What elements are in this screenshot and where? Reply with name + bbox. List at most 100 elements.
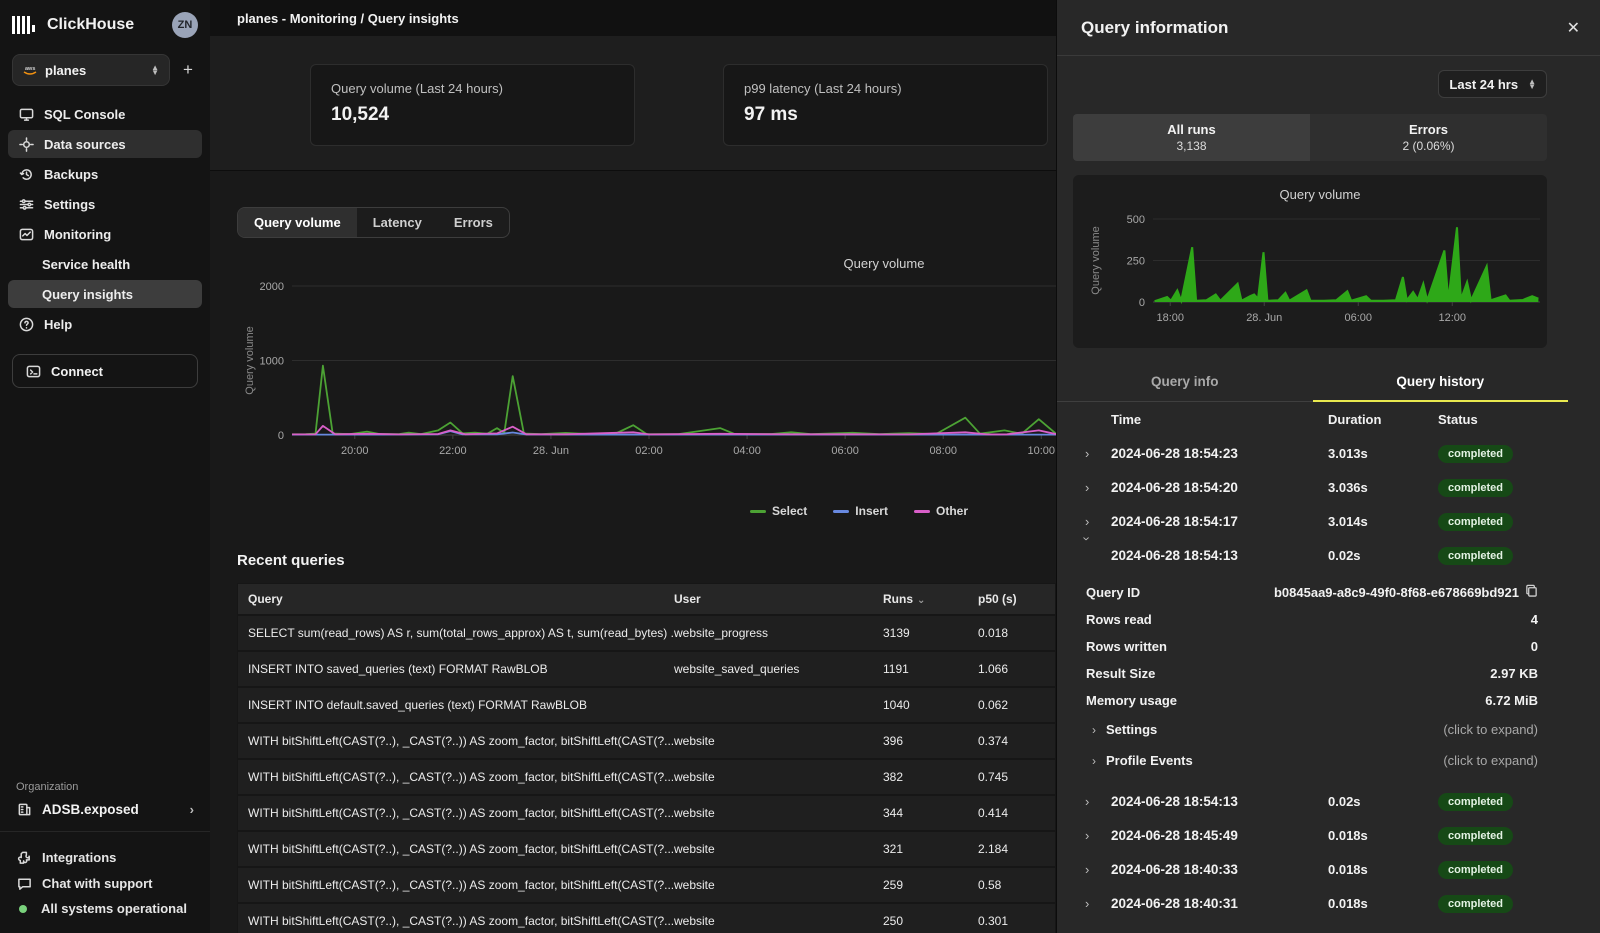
system-status[interactable]: All systems operational xyxy=(0,896,210,921)
svg-text:22:00: 22:00 xyxy=(439,445,467,457)
connect-button[interactable]: Connect xyxy=(12,354,198,388)
errors-toggle[interactable]: Errors 2 (0.06%) xyxy=(1310,114,1547,161)
table-row[interactable]: WITH bitShiftLeft(CAST(?..), _CAST(?..))… xyxy=(238,902,1055,933)
chart-legend: Select Insert Other xyxy=(237,504,1056,518)
chevron-right-icon: › xyxy=(1086,754,1106,768)
svg-text:28. Jun: 28. Jun xyxy=(1246,312,1282,324)
table-row[interactable]: WITH bitShiftLeft(CAST(?..), _CAST(?..))… xyxy=(238,758,1055,794)
close-icon[interactable]: ✕ xyxy=(1567,18,1580,38)
table-header: Query User Runs⌄ p50 (s) xyxy=(238,584,1055,614)
history-header: Time Duration Status xyxy=(1057,402,1568,436)
memory-usage-row: Memory usage6.72 MiB xyxy=(1086,687,1538,714)
svg-text:02:00: 02:00 xyxy=(635,445,663,457)
history-row[interactable]: › 2024-06-28 18:54:17 3.014s completed xyxy=(1057,504,1568,538)
query-volume-value: 10,524 xyxy=(331,104,614,126)
table-row[interactable]: INSERT INTO default.saved_queries (text)… xyxy=(238,686,1055,722)
history-icon xyxy=(18,166,34,182)
sidebar-item-data-sources[interactable]: Data sources xyxy=(8,130,202,158)
status-badge: completed xyxy=(1438,861,1513,879)
sliders-icon xyxy=(18,196,34,212)
history-row-expanded[interactable]: › 2024-06-28 18:54:13 0.02s completed xyxy=(1057,538,1568,572)
status-badge: completed xyxy=(1438,793,1513,811)
query-id-value: b0845aa9-a8c9-49f0-8f68-e678669bd921 xyxy=(1274,585,1519,600)
query-volume-chart: 01000200020:0022:0028. Jun02:0004:0006:0… xyxy=(237,252,1056,502)
tab-latency[interactable]: Latency xyxy=(357,208,438,237)
svg-text:0: 0 xyxy=(1139,297,1145,309)
chart-tabs: Query volume Latency Errors xyxy=(237,207,510,238)
svg-text:12:00: 12:00 xyxy=(1438,312,1466,324)
history-row[interactable]: › 2024-06-28 18:40:31 0.018s completed xyxy=(1057,886,1568,920)
all-runs-toggle[interactable]: All runs 3,138 xyxy=(1073,114,1310,161)
user-avatar[interactable]: ZN xyxy=(172,12,198,38)
breadcrumb: planes - Monitoring / Query insights xyxy=(210,0,1056,36)
table-row[interactable]: WITH bitShiftLeft(CAST(?..), _CAST(?..))… xyxy=(238,794,1055,830)
data-sources-icon xyxy=(18,136,34,152)
tab-errors[interactable]: Errors xyxy=(438,208,509,237)
rows-read-row: Rows read4 xyxy=(1086,606,1538,633)
sidebar-item-service-health[interactable]: Service health xyxy=(8,250,202,278)
settings-expandable[interactable]: › Settings (click to expand) xyxy=(1086,714,1538,745)
chevron-right-icon[interactable]: › xyxy=(1073,446,1111,461)
chevron-right-icon[interactable]: › xyxy=(1073,794,1111,809)
history-row[interactable]: › 2024-06-28 18:54:13 0.02s completed xyxy=(1057,784,1568,818)
legend-select[interactable]: Select xyxy=(750,504,807,518)
service-selector[interactable]: aws planes ▲▼ xyxy=(12,54,170,86)
svg-text:04:00: 04:00 xyxy=(733,445,761,457)
chevron-right-icon[interactable]: › xyxy=(1073,862,1111,877)
legend-other[interactable]: Other xyxy=(914,504,968,518)
sidebar-item-settings[interactable]: Settings xyxy=(8,190,202,218)
table-row[interactable]: INSERT INTO saved_queries (text) FORMAT … xyxy=(238,650,1055,686)
chart-icon xyxy=(18,226,34,242)
chevron-right-icon[interactable]: › xyxy=(1073,896,1111,911)
sidebar-item-integrations[interactable]: Integrations xyxy=(0,844,210,870)
panel-tabs: Query info Query history xyxy=(1057,364,1568,402)
svg-text:Query volume: Query volume xyxy=(244,326,256,394)
chevron-down-icon[interactable]: › xyxy=(1080,536,1105,574)
svg-text:10:00: 10:00 xyxy=(1028,445,1056,457)
tab-query-volume[interactable]: Query volume xyxy=(238,208,357,237)
chevron-right-icon[interactable]: › xyxy=(1073,480,1111,495)
brand-title: ClickHouse xyxy=(47,16,164,34)
history-row[interactable]: › 2024-06-28 18:54:23 3.013s completed xyxy=(1057,436,1568,470)
profile-events-expandable[interactable]: › Profile Events (click to expand) xyxy=(1086,745,1538,776)
chevron-right-icon: › xyxy=(1086,723,1106,737)
panel-title: Query information xyxy=(1081,18,1228,38)
other-swatch-icon xyxy=(914,510,930,513)
sidebar-item-monitoring[interactable]: Monitoring xyxy=(8,220,202,248)
history-row[interactable]: › 2024-06-28 18:45:49 0.018s completed xyxy=(1057,818,1568,852)
table-row[interactable]: WITH bitShiftLeft(CAST(?..), _CAST(?..))… xyxy=(238,830,1055,866)
table-row[interactable]: WITH bitShiftLeft(CAST(?..), _CAST(?..))… xyxy=(238,722,1055,758)
sidebar-item-query-insights[interactable]: Query insights xyxy=(8,280,202,308)
table-row[interactable]: WITH bitShiftLeft(CAST(?..), _CAST(?..))… xyxy=(238,866,1055,902)
svg-text:28. Jun: 28. Jun xyxy=(533,445,569,457)
history-row[interactable]: › 2024-06-28 18:54:20 3.036s completed xyxy=(1057,470,1568,504)
help-icon xyxy=(18,316,34,332)
monitor-icon xyxy=(18,106,34,122)
tab-query-history[interactable]: Query history xyxy=(1313,364,1569,402)
sidebar-item-chat-support[interactable]: Chat with support xyxy=(0,870,210,896)
rows-written-row: Rows written0 xyxy=(1086,633,1538,660)
tab-query-info[interactable]: Query info xyxy=(1057,364,1313,402)
status-badge: completed xyxy=(1438,479,1513,497)
chevron-right-icon[interactable]: › xyxy=(1073,514,1111,529)
organization-selector[interactable]: ADSB.exposed › xyxy=(0,801,210,831)
query-information-panel: Query information ✕ Last 24 hrs ▲▼ All r… xyxy=(1056,0,1600,933)
status-badge: completed xyxy=(1438,513,1513,531)
copy-icon[interactable] xyxy=(1525,584,1538,600)
table-row[interactable]: SELECT sum(read_rows) AS r, sum(total_ro… xyxy=(238,614,1055,650)
svg-text:500: 500 xyxy=(1127,214,1145,226)
sidebar-item-help[interactable]: Help xyxy=(8,310,202,338)
svg-text:20:00: 20:00 xyxy=(341,445,369,457)
sidebar-item-sql-console[interactable]: SQL Console xyxy=(8,100,202,128)
sidebar-item-backups[interactable]: Backups xyxy=(8,160,202,188)
runs-sort-header[interactable]: Runs⌄ xyxy=(883,592,978,606)
main-content: planes - Monitoring / Query insights Que… xyxy=(210,0,1056,933)
history-row[interactable]: › 2024-06-28 18:40:33 0.018s completed xyxy=(1057,852,1568,886)
chevron-updown-icon: ▲▼ xyxy=(151,65,159,75)
chevron-updown-icon: ▲▼ xyxy=(1528,79,1536,89)
time-range-select[interactable]: Last 24 hrs ▲▼ xyxy=(1438,70,1547,98)
chat-bubble-icon xyxy=(16,875,32,891)
chevron-right-icon[interactable]: › xyxy=(1073,828,1111,843)
add-service-button[interactable]: + xyxy=(178,60,198,80)
legend-insert[interactable]: Insert xyxy=(833,504,888,518)
